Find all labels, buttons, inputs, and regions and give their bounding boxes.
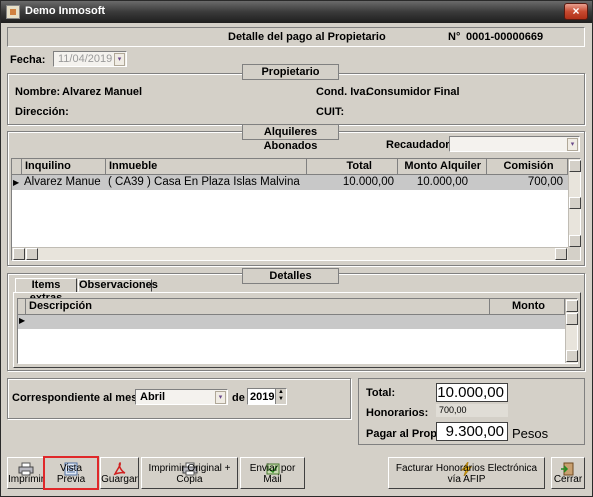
grid-corner bbox=[12, 159, 22, 175]
app-icon bbox=[6, 5, 20, 19]
close-button[interactable]: × bbox=[564, 3, 588, 20]
col-monto-alquiler[interactable]: Monto Alquiler bbox=[398, 159, 487, 175]
total-value: 10.000,00 bbox=[437, 384, 504, 401]
fecha-value: 11/04/2019 bbox=[58, 53, 113, 65]
total-field: 10.000,00 bbox=[436, 383, 508, 402]
scroll-h-thumb[interactable] bbox=[26, 248, 38, 260]
vertical-scrollbar[interactable] bbox=[568, 159, 581, 248]
scroll-thumb[interactable] bbox=[566, 313, 578, 325]
scroll-left-button[interactable] bbox=[13, 248, 25, 260]
scroll-right-button[interactable] bbox=[555, 248, 567, 260]
table-row[interactable]: ▶ bbox=[18, 315, 565, 329]
enviar-mail-label: Enviar por Mail bbox=[249, 463, 296, 485]
propietario-group bbox=[7, 73, 585, 125]
cell-inquilino: Alvarez Manue bbox=[24, 176, 101, 188]
scroll-up-button[interactable] bbox=[569, 160, 581, 172]
alquileres-grid: Inquilino Inmueble Total Monto Alquiler … bbox=[11, 158, 581, 261]
fecha-label: Fecha: bbox=[10, 54, 46, 66]
cell-comision: 700,00 bbox=[527, 176, 563, 188]
spinner-arrows-icon[interactable]: ▲ ▼ bbox=[275, 389, 286, 404]
imprimir-button[interactable]: Imprimir bbox=[7, 457, 44, 489]
receipt-number: 0001-00000669 bbox=[466, 31, 544, 43]
main-window: Demo Inmosoft × Detalle del pago al Prop… bbox=[0, 0, 593, 497]
scroll-down-button[interactable] bbox=[566, 350, 578, 362]
calendar-dropdown-icon[interactable]: ▾ bbox=[114, 53, 125, 66]
window-title: Demo Inmosoft bbox=[25, 5, 106, 17]
currency-label: Pesos bbox=[512, 426, 549, 441]
scroll-thumb[interactable] bbox=[569, 197, 581, 209]
facturar-label: Facturar Honorarios Electrónica vía AFIP bbox=[395, 463, 538, 485]
propietario-legend: Propietario bbox=[242, 64, 339, 80]
honorarios-label: Honorarios: bbox=[366, 407, 429, 419]
detalles-legend: Detalles bbox=[242, 268, 339, 284]
honorarios-value: 700,00 bbox=[439, 405, 467, 415]
scroll-up-button[interactable] bbox=[566, 300, 578, 312]
mes-select[interactable]: Abril ▾ bbox=[135, 389, 228, 405]
pagar-value: 9.300,00 bbox=[445, 423, 504, 440]
row-indicator-icon: ▶ bbox=[13, 178, 20, 187]
cerrar-button[interactable]: Cerrar bbox=[551, 457, 585, 489]
nombre-label: Nombre: bbox=[15, 86, 61, 98]
fecha-field[interactable]: 11/04/2019 ▾ bbox=[53, 51, 127, 67]
col-total[interactable]: Total bbox=[307, 159, 398, 175]
direccion-label: Dirección: bbox=[15, 106, 69, 118]
scroll-down-button[interactable] bbox=[569, 235, 581, 247]
row-indicator-icon: ▶ bbox=[19, 316, 26, 325]
chevron-down-icon[interactable]: ▾ bbox=[215, 391, 226, 404]
detalles-grid: Descripción Monto ▶ bbox=[17, 298, 578, 364]
header-panel: Detalle del pago al Propietario N° 0001-… bbox=[7, 27, 585, 47]
col-comision[interactable]: Comisión bbox=[487, 159, 568, 175]
de-label: de bbox=[232, 392, 245, 404]
vista-previa-label: Vista Previa bbox=[56, 463, 86, 485]
imprimir-original-button[interactable]: Imprimir Original + Copia bbox=[141, 457, 238, 489]
nombre-value: Alvarez Manuel bbox=[62, 86, 143, 98]
title-bar: Demo Inmosoft × bbox=[1, 1, 592, 23]
imprimir-original-label: Imprimir Original + Copia bbox=[148, 463, 231, 485]
horizontal-scrollbar[interactable] bbox=[12, 247, 568, 260]
year-spinner[interactable]: 2019 ▲ ▼ bbox=[247, 388, 287, 405]
grid-corner bbox=[18, 299, 26, 315]
tab-items-extras[interactable]: Items extras bbox=[15, 278, 77, 304]
pagar-field: 9.300,00 bbox=[436, 422, 508, 441]
cuit-label: CUIT: bbox=[316, 106, 345, 118]
cell-monto: 10.000,00 bbox=[416, 176, 468, 188]
cell-inmueble: ( CA39 ) Casa En Plaza Islas Malvina bbox=[108, 176, 300, 188]
cerrar-label: Cerrar bbox=[553, 474, 583, 485]
recaudadora-select[interactable]: ▾ bbox=[449, 136, 580, 152]
guardar-label: Guargar bbox=[101, 474, 138, 485]
page-title: Detalle del pago al Propietario bbox=[228, 31, 386, 43]
iva-value: Consumidor Final bbox=[366, 86, 460, 98]
year-value: 2019 bbox=[250, 391, 275, 403]
col-descripcion[interactable]: Descripción bbox=[26, 299, 490, 315]
total-label: Total: bbox=[366, 387, 396, 399]
cell-total: 10.000,00 bbox=[342, 176, 394, 188]
scroll-corner bbox=[568, 247, 580, 260]
col-inmueble[interactable]: Inmueble bbox=[106, 159, 307, 175]
enviar-mail-button[interactable]: Enviar por Mail bbox=[240, 457, 305, 489]
table-row[interactable]: ▶ Alvarez Manue ( CA39 ) Casa En Plaza I… bbox=[12, 175, 568, 190]
col-inquilino[interactable]: Inquilino bbox=[22, 159, 106, 175]
iva-label: Cond. Iva: bbox=[316, 86, 370, 98]
chevron-down-icon[interactable]: ▾ bbox=[567, 138, 578, 151]
tab-observaciones[interactable]: Observaciones bbox=[78, 279, 158, 292]
guardar-button[interactable]: Guargar bbox=[100, 457, 139, 489]
honorarios-field: 700,00 bbox=[436, 404, 508, 417]
col-monto[interactable]: Monto bbox=[490, 299, 565, 315]
vista-previa-button[interactable]: Vista Previa bbox=[43, 456, 99, 490]
imprimir-label: Imprimir bbox=[8, 474, 45, 485]
mes-value: Abril bbox=[140, 391, 166, 403]
alquileres-legend: Alquileres Abonados bbox=[242, 124, 339, 152]
receipt-number-label: N° bbox=[448, 31, 461, 43]
facturar-button[interactable]: Facturar Honorarios Electrónica vía AFIP bbox=[388, 457, 545, 489]
vertical-scrollbar[interactable] bbox=[565, 299, 578, 363]
pagar-label: Pagar al Prop: bbox=[366, 428, 441, 440]
